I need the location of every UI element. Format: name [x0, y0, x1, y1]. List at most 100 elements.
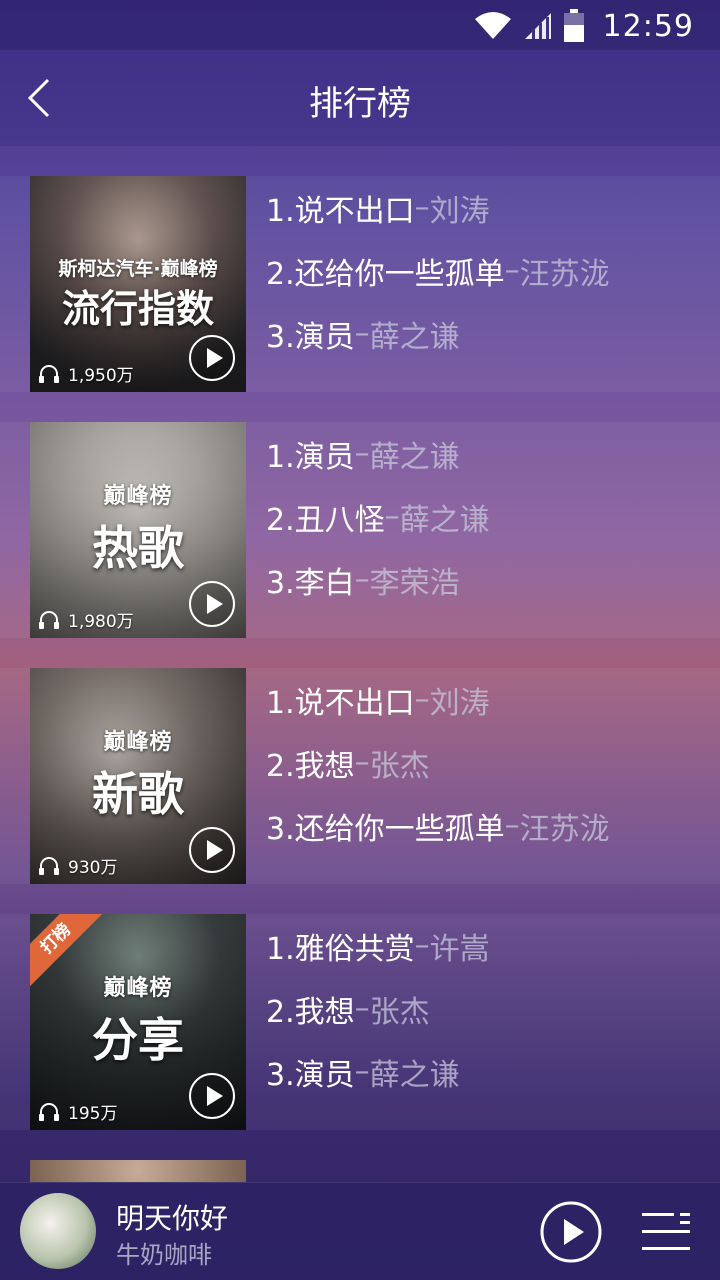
chart-card-share[interactable]: 打榜 巅峰榜 分享 195万 1.雅俗共赏 – 许嵩 2.我想 – 张杰 3.演…: [0, 914, 720, 1130]
track-artist: 刘涛: [429, 685, 490, 721]
battery-icon: [563, 9, 584, 42]
now-playing-artist: 牛奶咖啡: [116, 1241, 212, 1269]
track-artist: 汪苏泷: [519, 811, 610, 847]
cover-title: 流行指数: [61, 287, 214, 331]
track-artist: 张杰: [369, 994, 430, 1030]
track-list: 1.演员 – 薛之谦 2.丑八怪 – 薛之谦 3.李白 – 李荣浩: [266, 422, 700, 611]
track-list: 1.说不出口 – 刘涛 2.还给你一些孤单 – 汪苏泷 3.演员 – 薛之谦: [266, 176, 700, 365]
app-bar: 排行榜: [0, 50, 720, 146]
play-count: 1,950万: [38, 361, 134, 386]
track-item[interactable]: 2.我想 – 张杰: [266, 977, 700, 1040]
track-separator: –: [504, 808, 520, 843]
track-name: 1.演员: [266, 439, 355, 475]
track-artist: 李荣浩: [369, 565, 460, 601]
cover-logo: 巅峰榜: [103, 976, 173, 1001]
cover-title: 热歌: [92, 521, 184, 575]
play-count-value: 1,980万: [68, 612, 134, 632]
track-artist: 薛之谦: [399, 502, 490, 538]
play-count-value: 195万: [68, 1104, 118, 1124]
play-count: 930万: [38, 853, 117, 878]
track-item[interactable]: 3.演员 – 薛之谦: [266, 302, 700, 365]
wifi-icon: [474, 12, 511, 39]
track-list: 1.雅俗共赏 – 许嵩 2.我想 – 张杰 3.演员 – 薛之谦: [266, 914, 700, 1103]
track-name: 3.演员: [266, 319, 355, 355]
track-name: 2.我想: [266, 748, 355, 784]
track-artist: 刘涛: [429, 193, 490, 229]
track-artist: 许嵩: [429, 931, 490, 967]
track-separator: –: [384, 499, 400, 534]
headphone-icon: [39, 856, 59, 875]
cover-title: 分享: [92, 1013, 184, 1067]
track-artist: 薛之谦: [369, 439, 460, 475]
status-icons: 12:59: [473, 6, 694, 46]
play-count: 195万: [38, 1099, 117, 1124]
track-separator: –: [414, 682, 430, 717]
mini-player[interactable]: 明天你好 牛奶咖啡: [0, 1182, 720, 1280]
track-name: 3.李白: [266, 565, 355, 601]
play-count: 1,980万: [38, 607, 134, 632]
track-separator: –: [354, 745, 370, 780]
track-name: 1.雅俗共赏: [266, 931, 415, 967]
play-count-value: 930万: [68, 858, 118, 878]
track-artist: 汪苏泷: [519, 256, 610, 292]
album-thumbnail[interactable]: [20, 1193, 96, 1269]
headphone-icon: [39, 364, 59, 383]
track-separator: –: [354, 991, 370, 1026]
track-name: 1.说不出口: [266, 193, 415, 229]
track-name: 2.还给你一些孤单: [266, 256, 505, 292]
headphone-icon: [39, 1102, 59, 1121]
track-item[interactable]: 1.说不出口 – 刘涛: [266, 176, 700, 239]
play-count-value: 1,950万: [68, 366, 134, 386]
cover-sponsor: 斯柯达汽车·巅峰榜: [58, 258, 218, 280]
page-title: 排行榜: [309, 84, 411, 124]
track-item[interactable]: 1.演员 – 薛之谦: [266, 422, 700, 485]
cover-logo: 巅峰榜: [103, 730, 173, 755]
track-item[interactable]: 2.丑八怪 – 薛之谦: [266, 485, 700, 548]
play-circle-icon[interactable]: [188, 1072, 236, 1120]
chart-cover-partial[interactable]: [30, 1160, 246, 1182]
play-icon[interactable]: [540, 1201, 602, 1263]
track-name: 2.我想: [266, 994, 355, 1030]
track-artist: 薛之谦: [369, 319, 460, 355]
chart-list: 斯柯达汽车·巅峰榜 流行指数 1,950万 1.说不出口 – 刘涛 2.还给你一些孤…: [0, 176, 720, 1160]
track-item[interactable]: 1.说不出口 – 刘涛: [266, 668, 700, 731]
track-name: 2.丑八怪: [266, 502, 385, 538]
chart-cover[interactable]: 巅峰榜 热歌 1,980万: [30, 422, 246, 638]
track-name: 3.演员: [266, 1057, 355, 1093]
track-name: 1.说不出口: [266, 685, 415, 721]
chart-cover[interactable]: 巅峰榜 新歌 930万: [30, 668, 246, 884]
cover-title: 新歌: [92, 767, 184, 821]
chart-card-popularity[interactable]: 斯柯达汽车·巅峰榜 流行指数 1,950万 1.说不出口 – 刘涛 2.还给你一些孤…: [0, 176, 720, 392]
track-separator: –: [354, 1054, 370, 1089]
track-item[interactable]: 2.还给你一些孤单 – 汪苏泷: [266, 239, 700, 302]
playlist-icon[interactable]: [640, 1209, 692, 1255]
track-list: 1.说不出口 – 刘涛 2.我想 – 张杰 3.还给你一些孤单 – 汪苏泷: [266, 668, 700, 857]
chart-cover[interactable]: 斯柯达汽车·巅峰榜 流行指数 1,950万: [30, 176, 246, 392]
track-item[interactable]: 3.演员 – 薛之谦: [266, 1040, 700, 1103]
track-item[interactable]: 1.雅俗共赏 – 许嵩: [266, 914, 700, 977]
chart-card-hot[interactable]: 巅峰榜 热歌 1,980万 1.演员 – 薛之谦 2.丑八怪 – 薛之谦 3.李…: [0, 422, 720, 638]
headphone-icon: [39, 610, 59, 629]
signal-icon: [524, 13, 551, 39]
track-artist: 张杰: [369, 748, 430, 784]
track-separator: –: [354, 316, 370, 351]
track-separator: –: [414, 190, 430, 225]
now-playing-title: 明天你好: [116, 1202, 229, 1235]
status-bar: 12:59: [0, 0, 720, 50]
track-separator: –: [504, 253, 520, 288]
track-name: 3.还给你一些孤单: [266, 811, 505, 847]
play-circle-icon[interactable]: [188, 580, 236, 628]
play-circle-icon[interactable]: [188, 334, 236, 382]
track-separator: –: [354, 562, 370, 597]
chart-cover[interactable]: 打榜 巅峰榜 分享 195万: [30, 914, 246, 1130]
track-item[interactable]: 2.我想 – 张杰: [266, 731, 700, 794]
cover-logo: 巅峰榜: [103, 484, 173, 509]
play-circle-icon[interactable]: [188, 826, 236, 874]
clock: 12:59: [602, 8, 694, 44]
chart-card-new[interactable]: 巅峰榜 新歌 930万 1.说不出口 – 刘涛 2.我想 – 张杰 3.还给你一…: [0, 668, 720, 884]
track-separator: –: [354, 436, 370, 471]
track-item[interactable]: 3.还给你一些孤单 – 汪苏泷: [266, 794, 700, 857]
track-artist: 薛之谦: [369, 1057, 460, 1093]
track-separator: –: [414, 928, 430, 963]
track-item[interactable]: 3.李白 – 李荣浩: [266, 548, 700, 611]
